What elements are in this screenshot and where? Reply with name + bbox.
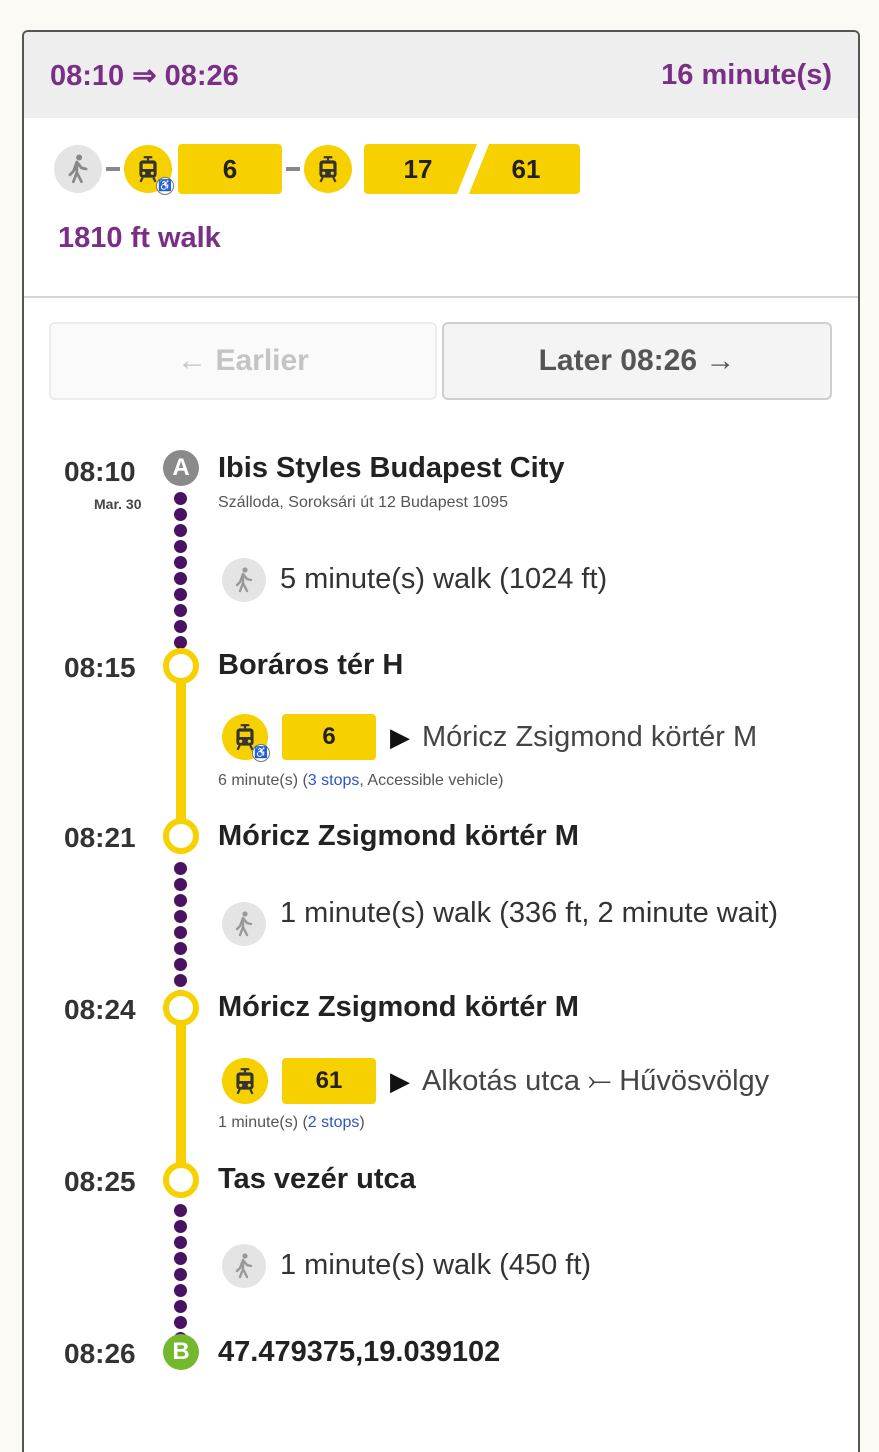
route-badge[interactable]: 6 (282, 714, 376, 760)
trip-meta: 1 minute(s) (2 stops) (218, 1114, 365, 1132)
route-chips: ♿ 6 17 61 (54, 144, 580, 195)
start-marker: A (163, 450, 199, 486)
walk-segment: 1 minute(s) walk (450 ft) (222, 1244, 800, 1288)
start-date: Mar. 30 (94, 496, 142, 512)
stop-time: 08:25 (64, 1166, 136, 1197)
walk-segment: 1 minute(s) walk (336 ft, 2 minute wait) (222, 892, 780, 946)
walk-icon (222, 558, 266, 602)
route-badge-6: 6 (178, 144, 282, 194)
tram-icon: ♿ (124, 145, 174, 195)
play-arrow-icon: ▶ (390, 721, 410, 752)
stop-name[interactable]: Móricz Zsigmond körtér M (218, 820, 579, 853)
trip-duration: 6 minute(s) ( (218, 772, 308, 789)
accessible-icon: ♿ (156, 177, 174, 195)
walk-segment: 5 minute(s) walk (1024 ft) (222, 558, 800, 602)
itinerary-header[interactable]: 08:10 ⇒ 08:26 16 minute(s) (24, 32, 858, 118)
trip-times: 08:10 ⇒ 08:26 (50, 59, 239, 92)
tram-line (176, 1006, 186, 1186)
play-arrow-icon: ▶ (390, 1065, 410, 1096)
stop-marker (163, 1162, 199, 1198)
walk-line (174, 492, 188, 652)
route-badge-17-61: 17 61 (364, 144, 580, 194)
later-button[interactable]: Later 08:26 → (442, 322, 832, 400)
stop-marker (163, 648, 199, 684)
stop-marker (163, 818, 199, 854)
trip-meta: 6 minute(s) (3 stops, Accessible vehicle… (218, 772, 503, 790)
walk-text: 1 minute(s) walk (336 ft, 2 minute wait) (280, 897, 779, 929)
trip-duration: 1 minute(s) ( (218, 1114, 308, 1131)
tram-line (176, 664, 186, 844)
route-badge-61: 61 (511, 153, 541, 184)
stop-time: 08:21 (64, 822, 136, 853)
itinerary-card: 08:10 ⇒ 08:26 16 minute(s) ♿ 6 17 61 181… (22, 30, 860, 1452)
stop-name[interactable]: Móricz Zsigmond körtér M (218, 991, 579, 1024)
stop-time: 08:15 (64, 652, 136, 683)
start-name[interactable]: Ibis Styles Budapest City (218, 452, 565, 485)
trip-duration: 16 minute(s) (661, 58, 832, 91)
walk-text: 5 minute(s) walk (1024 ft) (280, 563, 608, 595)
walk-text: 1 minute(s) walk (450 ft) (280, 1249, 592, 1281)
tram-icon (222, 1058, 268, 1104)
route-summary: ♿ 6 17 61 1810 ft walk (24, 118, 858, 298)
earlier-button[interactable]: ← Earlier (49, 322, 437, 400)
separator (106, 167, 120, 171)
start-address: Szálloda, Soroksári út 12 Budapest 1095 (218, 494, 508, 511)
trip-direction: Móricz Zsigmond körtér M (422, 720, 758, 753)
trip-segment: ♿ 6 ▶ Móricz Zsigmond körtér M (222, 714, 758, 762)
route-badge-17: 17 (403, 153, 433, 184)
start-time: 08:10 (64, 456, 136, 487)
end-marker: B (163, 1334, 199, 1370)
stop-marker (163, 990, 199, 1026)
trip-direction: Alkotás utca ⤚ Hűvösvölgy (422, 1064, 770, 1097)
stop-time: 08:24 (64, 994, 136, 1025)
route-badge[interactable]: 61 (282, 1058, 376, 1104)
accessible-icon: ♿ (252, 744, 270, 762)
trip-segment: 61 ▶ Alkotás utca ⤚ Hűvösvölgy (222, 1058, 769, 1104)
tram-icon: ♿ (222, 714, 270, 762)
trip-extra: , Accessible vehicle) (359, 772, 504, 789)
walk-line (174, 862, 188, 1006)
walk-icon (222, 1244, 266, 1288)
end-time: 08:26 (64, 1338, 136, 1369)
tram-icon (304, 145, 352, 193)
end-name[interactable]: 47.479375,19.039102 (218, 1336, 500, 1369)
walk-icon (222, 902, 266, 946)
walk-distance: 1810 ft walk (58, 222, 221, 254)
separator (286, 167, 300, 171)
stop-name[interactable]: Tas vezér utca (218, 1163, 416, 1196)
trip-extra: ) (359, 1114, 365, 1131)
walk-icon (54, 145, 102, 193)
stop-name[interactable]: Boráros tér H (218, 649, 403, 682)
stops-link[interactable]: 3 stops (308, 772, 360, 789)
stops-link[interactable]: 2 stops (308, 1114, 360, 1131)
